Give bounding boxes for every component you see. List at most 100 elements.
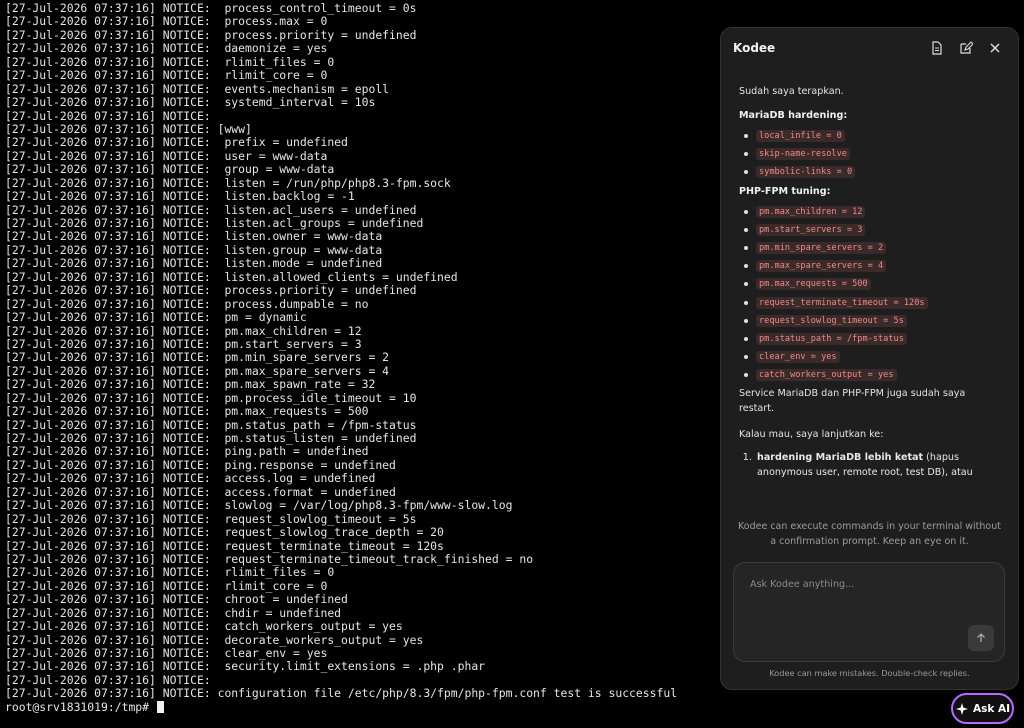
setting-item: request_slowlog_timeout = 5s [739, 312, 1000, 330]
followup-item-bold: hardening MariaDB lebih ketat [757, 452, 924, 464]
setting-code: request_slowlog_timeout = 5s [756, 314, 907, 327]
terminal-output: [27-Jul-2026 07:37:16] NOTICE: process_c… [0, 0, 716, 701]
setting-code: pm.start_servers = 3 [756, 223, 866, 236]
terminal-line: [27-Jul-2026 07:37:16] NOTICE: listen.al… [5, 269, 458, 284]
terminal-line: [27-Jul-2026 07:37:16] NOTICE: process_c… [5, 1, 417, 15]
terminal-line: [27-Jul-2026 07:37:16] NOTICE: process.m… [5, 14, 328, 29]
terminal-line: [27-Jul-2026 07:37:16] NOTICE: listen.mo… [5, 256, 383, 271]
terminal-line: [27-Jul-2026 07:37:16] NOTICE: catch_wor… [5, 619, 403, 634]
terminal-line: [27-Jul-2026 07:37:16] NOTICE: listen.ow… [5, 229, 383, 244]
terminal-line: [27-Jul-2026 07:37:16] NOTICE: clear_env… [5, 646, 328, 660]
terminal-cursor [156, 701, 164, 714]
setting-code: local_infile = 0 [756, 130, 845, 142]
terminal-line: [27-Jul-2026 07:37:16] NOTICE: listen = … [5, 175, 451, 190]
setting-code: pm.status_path = /fpm-status [756, 332, 907, 345]
terminal-line: [27-Jul-2026 07:37:16] NOTICE: pm.proces… [5, 390, 417, 405]
terminal-line: [27-Jul-2026 07:37:16] NOTICE: rlimit_fi… [5, 565, 335, 580]
setting-item: pm.status_path = /fpm-status [739, 330, 1000, 348]
message-intro: Sudah saya terapkan. [739, 86, 844, 97]
phpfpm-settings-list: pm.max_children = 12 pm.start_servers = 3… [739, 203, 1000, 385]
terminal-line: [27-Jul-2026 07:37:16] NOTICE: slowlog =… [5, 498, 513, 513]
document-icon[interactable] [926, 37, 948, 59]
panel-header: Kodee [721, 28, 1018, 68]
terminal-line: [27-Jul-2026 07:37:16] NOTICE: rlimit_fi… [5, 54, 335, 69]
terminal-line: [27-Jul-2026 07:37:16] NOTICE: [5, 672, 211, 687]
setting-code: skip-name-resolve [756, 148, 850, 161]
terminal-line: [27-Jul-2026 07:37:16] NOTICE: systemd_i… [5, 95, 376, 110]
setting-code: pm.max_requests = 500 [756, 278, 871, 291]
terminal-prompt-line[interactable]: root@srv1831019:/tmp# [0, 699, 716, 714]
terminal-line: [27-Jul-2026 07:37:16] NOTICE: listen.ac… [5, 216, 424, 230]
terminal-line: [27-Jul-2026 07:37:16] NOTICE: pm.status… [5, 431, 417, 445]
terminal-line: [27-Jul-2026 07:37:16] NOTICE: pm = dyna… [5, 310, 307, 325]
disclaimer: Kodee can make mistakes. Double-check re… [769, 668, 970, 678]
setting-item: pm.min_spare_servers = 2 [739, 239, 1000, 257]
terminal-line: [27-Jul-2026 07:37:16] NOTICE: pm.status… [5, 417, 417, 432]
setting-item: request_terminate_timeout = 120s [739, 294, 1000, 312]
terminal-line: [27-Jul-2026 07:37:16] NOTICE: request_t… [5, 551, 534, 566]
terminal-warning: Kodee can execute commands in your termi… [738, 521, 1001, 547]
terminal-line: [27-Jul-2026 07:37:16] NOTICE: pm.start_… [5, 336, 362, 351]
terminal-line: [27-Jul-2026 07:37:16] NOTICE: pm.max_sp… [5, 377, 376, 392]
setting-code: pm.min_spare_servers = 2 [756, 241, 887, 254]
setting-item: symbolic-links = 0 [739, 163, 1000, 181]
terminal-line: [27-Jul-2026 07:37:16] NOTICE: pm.max_sp… [5, 363, 390, 378]
terminal-line: [27-Jul-2026 07:37:16] NOTICE: request_s… [5, 525, 444, 540]
close-icon[interactable] [984, 37, 1006, 59]
terminal-line: [27-Jul-2026 07:37:16] NOTICE: request_t… [5, 538, 444, 553]
terminal-line: [27-Jul-2026 07:37:16] NOTICE: pm.max_ch… [5, 323, 362, 338]
terminal-line: [27-Jul-2026 07:37:16] NOTICE: chdir = u… [5, 605, 342, 620]
setting-item: pm.start_servers = 3 [739, 221, 1000, 239]
terminal-line: [27-Jul-2026 07:37:16] NOTICE: daemonize… [5, 41, 328, 56]
phpfpm-heading: PHP-FPM tuning: [739, 185, 831, 197]
setting-code: pm.max_children = 12 [756, 205, 866, 218]
setting-item: local_infile = 0 [739, 127, 1000, 145]
setting-code: symbolic-links = 0 [756, 166, 856, 179]
terminal-line: [27-Jul-2026 07:37:16] NOTICE: rlimit_co… [5, 578, 328, 593]
ask-ai-button[interactable]: Ask AI [951, 693, 1014, 724]
chat-input-box[interactable] [733, 562, 1005, 662]
sparkle-icon [955, 702, 969, 716]
chat-input[interactable] [748, 577, 992, 631]
setting-item: pm.max_requests = 500 [739, 275, 1000, 293]
terminal-line: [27-Jul-2026 07:37:16] NOTICE: access.fo… [5, 484, 396, 499]
followup-item: hardening MariaDB lebih ketat (hapus ano… [755, 450, 1000, 480]
terminal-line: [27-Jul-2026 07:37:16] NOTICE: request_s… [5, 511, 417, 526]
terminal-line: [27-Jul-2026 07:37:16] NOTICE: decorate_… [5, 632, 424, 647]
send-button[interactable] [968, 625, 994, 651]
setting-item: pm.max_children = 12 [739, 203, 1000, 221]
followup-intro: Kalau mau, saya lanjutkan ke: [739, 429, 884, 441]
chat-messages[interactable]: Sudah saya terapkan. MariaDB hardening: … [721, 68, 1018, 523]
setting-code: request_terminate_timeout = 120s [756, 296, 928, 309]
terminal-line: [27-Jul-2026 07:37:16] NOTICE: process.d… [5, 296, 369, 311]
terminal-line: [27-Jul-2026 07:37:16] NOTICE: chroot = … [5, 592, 348, 607]
edit-icon[interactable] [955, 37, 977, 59]
terminal-line: [27-Jul-2026 07:37:16] NOTICE: process.p… [5, 27, 417, 42]
setting-item: skip-name-resolve [739, 145, 1000, 163]
terminal-line: [27-Jul-2026 07:37:16] NOTICE: rlimit_co… [5, 68, 328, 83]
terminal-line: [27-Jul-2026 07:37:16] NOTICE: listen.ac… [5, 202, 417, 217]
panel-title: Kodee [733, 41, 776, 55]
terminal-line: [27-Jul-2026 07:37:16] NOTICE: group = w… [5, 162, 335, 177]
mariadb-heading: MariaDB hardening: [739, 110, 848, 121]
setting-code: clear_env = yes [756, 351, 840, 364]
terminal-line: [27-Jul-2026 07:37:16] NOTICE: process.p… [5, 283, 417, 298]
terminal-line: [27-Jul-2026 07:37:16] NOTICE: access.lo… [5, 471, 376, 486]
service-note: Service MariaDB dan PHP-FPM juga sudah s… [739, 388, 966, 415]
terminal-prompt: root@srv1831019:/tmp# [5, 699, 156, 714]
setting-item: clear_env = yes [739, 348, 1000, 366]
terminal-window[interactable]: [27-Jul-2026 07:37:16] NOTICE: process_c… [0, 0, 716, 728]
terminal-line: [27-Jul-2026 07:37:16] NOTICE: events.me… [5, 81, 390, 96]
terminal-line: [27-Jul-2026 07:37:16] NOTICE: ping.path… [5, 444, 369, 459]
terminal-line: [27-Jul-2026 07:37:16] NOTICE: listen.ba… [5, 189, 355, 204]
setting-item: catch_workers_output = yes [739, 366, 1000, 384]
terminal-line: [27-Jul-2026 07:37:16] NOTICE: user = ww… [5, 148, 328, 163]
terminal-line: [27-Jul-2026 07:37:16] NOTICE: pm.min_sp… [5, 350, 390, 365]
setting-item: pm.max_spare_servers = 4 [739, 257, 1000, 275]
followup-list: hardening MariaDB lebih ketat (hapus ano… [739, 450, 1000, 480]
terminal-line: [27-Jul-2026 07:37:16] NOTICE: [www] [5, 121, 252, 136]
terminal-line: [27-Jul-2026 07:37:16] NOTICE: configura… [5, 686, 678, 701]
terminal-line: [27-Jul-2026 07:37:16] NOTICE: security.… [5, 659, 486, 674]
mariadb-settings-list: local_infile = 0 skip-name-resolve symboli… [739, 127, 1000, 182]
arrow-up-icon [977, 633, 985, 642]
